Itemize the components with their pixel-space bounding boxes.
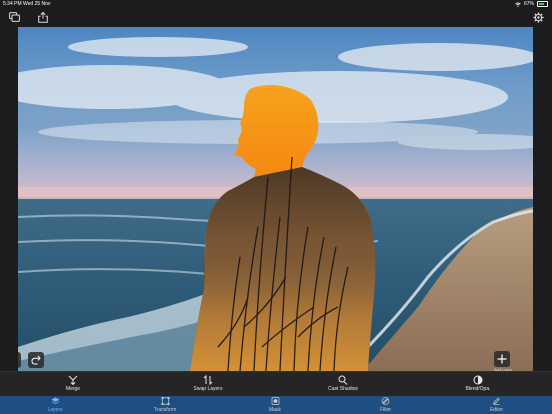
layer-action-bar: Merge Swap Layers Cast Shadow Blend/Opa. — [0, 371, 552, 397]
tab-layers-label: Layers — [47, 407, 63, 413]
photo-canvas[interactable] — [18, 27, 533, 371]
composite-image — [18, 27, 533, 371]
status-bar: 5:34 PM Wed 25 Nov 67% — [0, 0, 552, 9]
top-toolbar — [0, 9, 552, 27]
mask-icon — [271, 397, 279, 405]
wifi-icon — [515, 2, 521, 7]
editor-icon — [493, 397, 500, 405]
tab-editor[interactable]: Editor — [441, 396, 552, 414]
layers-icon — [51, 397, 59, 405]
tab-transform[interactable]: Transform — [110, 396, 220, 414]
shadow-icon — [338, 375, 348, 385]
blend-icon — [473, 375, 483, 385]
tab-editor-label: Editor — [489, 407, 504, 413]
cast-shadow-button[interactable]: Cast Shadow — [313, 375, 373, 392]
tab-mask-label: Mask — [269, 407, 281, 413]
battery-percent: 67% — [523, 1, 534, 7]
blend-opacity-button[interactable]: Blend/Opa. — [448, 375, 508, 392]
blend-opacity-label: Blend/Opa. — [465, 386, 491, 392]
status-time: 5:34 PM — [3, 1, 22, 7]
swap-layers-button[interactable]: Swap Layers — [178, 375, 238, 392]
tab-transform-label: Transform — [153, 407, 177, 413]
redo-icon — [31, 355, 41, 365]
filter-icon — [381, 397, 390, 405]
plus-icon — [497, 354, 507, 364]
undo-button[interactable] — [18, 352, 21, 368]
share-button[interactable] — [36, 10, 50, 24]
add-layer-button[interactable] — [494, 351, 510, 367]
tab-filter[interactable]: Filter — [330, 396, 441, 414]
merge-icon — [68, 375, 78, 385]
bottom-tab-bar: Layers Transform Mask Filter Editor — [0, 396, 552, 414]
battery-icon — [537, 1, 548, 7]
share-icon — [38, 11, 48, 23]
status-date: Wed 25 Nov — [23, 1, 51, 7]
gear-icon — [532, 11, 544, 23]
redo-button[interactable] — [28, 352, 44, 368]
tab-layers[interactable]: Layers — [0, 396, 110, 414]
merge-button[interactable]: Merge — [43, 375, 103, 392]
status-right: 67% — [515, 1, 548, 7]
merge-label: Merge — [65, 386, 81, 392]
gallery-icon — [8, 12, 20, 22]
swap-icon — [203, 375, 213, 385]
tab-mask[interactable]: Mask — [220, 396, 330, 414]
tab-filter-label: Filter — [379, 407, 392, 413]
swap-layers-label: Swap Layers — [193, 386, 223, 392]
cast-shadow-label: Cast Shadow — [328, 386, 358, 392]
transform-icon — [161, 397, 169, 405]
settings-button[interactable] — [531, 10, 545, 24]
gallery-button[interactable] — [7, 10, 21, 24]
